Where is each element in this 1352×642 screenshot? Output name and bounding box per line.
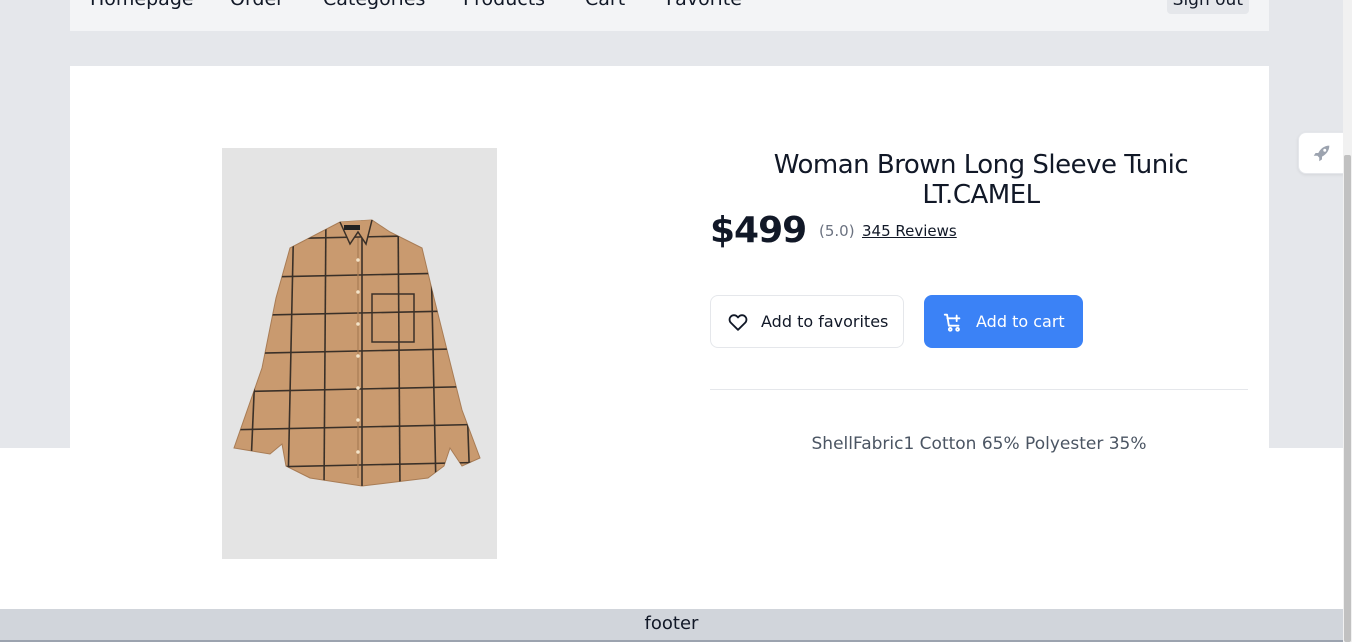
scrollbar-track[interactable] [1343,0,1352,642]
sign-out-button[interactable]: Sign out [1166,0,1249,14]
rocket-icon [1311,142,1333,164]
add-to-favorites-button[interactable]: Add to favorites [710,295,904,348]
floating-widget-button[interactable] [1298,132,1344,174]
top-nav: Homepage Order Categories Products Cart … [70,0,1269,31]
reviews-link[interactable]: 345 Reviews [862,222,957,240]
product-card: Woman Brown Long Sleeve Tunic LT.CAMEL $… [70,66,1269,608]
add-to-cart-button[interactable]: Add to cart [924,295,1083,348]
rating-score: (5.0) [819,222,855,240]
add-to-favorites-label: Add to favorites [761,312,889,331]
product-description: ShellFabric1 Cotton 65% Polyester 35% [811,434,1147,454]
heart-icon [727,311,749,333]
nav-item-products[interactable]: Products [463,0,545,10]
nav-item-categories[interactable]: Categories [323,0,425,10]
footer-text: footer [644,613,699,634]
nav-item-homepage[interactable]: Homepage [90,0,194,10]
divider [710,389,1248,390]
scrollbar-thumb[interactable] [1344,155,1351,642]
cart-plus-icon [942,311,964,333]
add-to-cart-label: Add to cart [976,312,1065,331]
nav-item-cart[interactable]: Cart [585,0,625,10]
nav-item-favorite[interactable]: Favorite [666,0,742,10]
nav-item-order[interactable]: Order [230,0,284,10]
footer: footer [0,609,1343,642]
product-price: $499 [710,210,807,251]
product-title: Woman Brown Long Sleeve Tunic LT.CAMEL [773,150,1189,210]
plaid-shirt-image [233,219,481,487]
product-image [222,148,497,559]
